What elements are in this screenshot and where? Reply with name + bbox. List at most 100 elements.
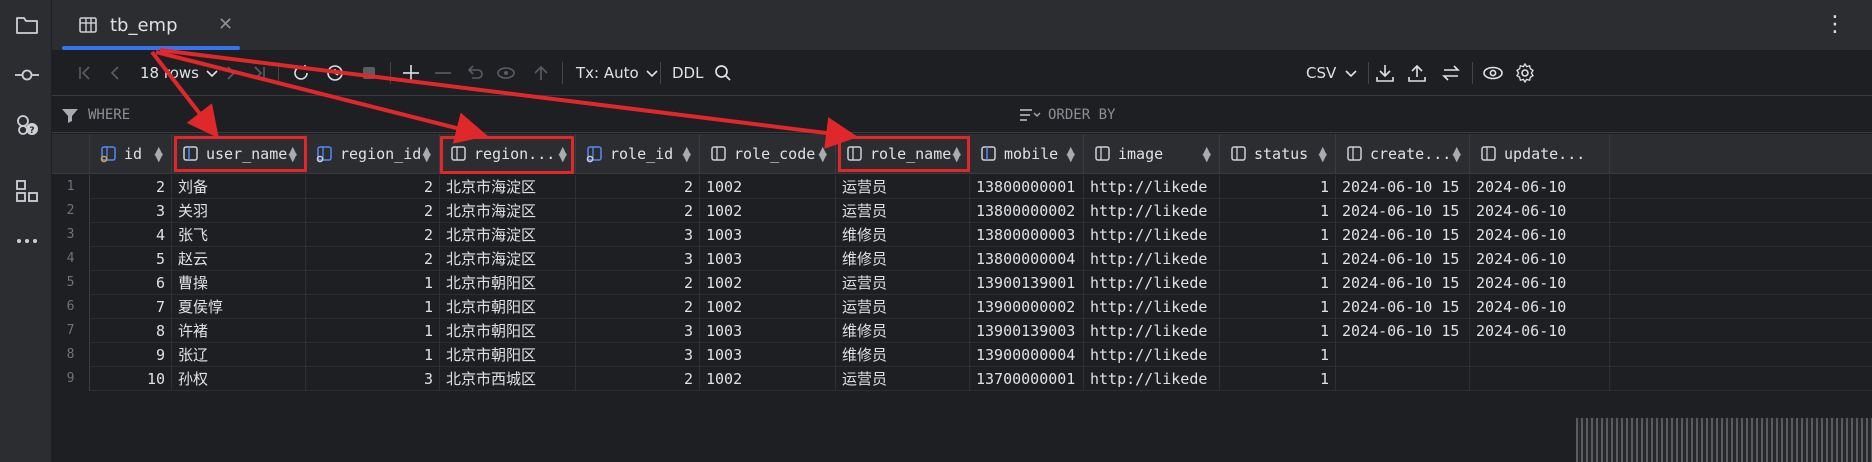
structure-icon[interactable]	[14, 178, 40, 204]
column-header-create[interactable]: create... ▲ ▼	[1336, 134, 1470, 174]
cell-role_code[interactable]: 1002	[700, 367, 836, 391]
cell-role_id[interactable]: 2	[576, 175, 700, 199]
cell-mobile[interactable]: 13700000001	[970, 367, 1084, 391]
cell-image[interactable]: http://likede	[1084, 343, 1220, 367]
table-row[interactable]: 9 10 孙权 3 北京市西城区 2 1002 运营员 13700000001 http://li…	[52, 367, 1872, 391]
cell-role_code[interactable]: 1003	[700, 247, 836, 271]
cell-image[interactable]: http://likede	[1084, 295, 1220, 319]
sort-arrows-icon[interactable]: ▲ ▼	[1453, 145, 1461, 163]
commit-icon[interactable]	[14, 62, 40, 88]
cell-image[interactable]: http://likede	[1084, 223, 1220, 247]
history-icon[interactable]	[324, 62, 346, 84]
cell-id[interactable]: 7	[90, 295, 172, 319]
cell-role_name[interactable]: 运营员	[836, 367, 970, 391]
cell-status[interactable]: 1	[1220, 367, 1336, 391]
cell-region[interactable]: 北京市朝阳区	[440, 295, 576, 319]
search-icon[interactable]	[712, 62, 734, 84]
cell-create[interactable]: 2024-06-10 15	[1336, 247, 1470, 271]
cell-update[interactable]	[1470, 367, 1610, 391]
table-row[interactable]: 3 4 张飞 2 北京市海淀区 3 1003 维修员 13800000003 http://lik…	[52, 223, 1872, 247]
cell-user_name[interactable]: 张辽	[172, 343, 306, 367]
submit-icon[interactable]	[530, 62, 552, 84]
cell-region_id[interactable]: 2	[306, 247, 440, 271]
settings-gear-icon[interactable]	[1514, 62, 1536, 84]
rows-count-dropdown[interactable]: 18 rows	[140, 62, 219, 84]
cell-mobile[interactable]: 13900000004	[970, 343, 1084, 367]
cell-update[interactable]: 2024-06-10	[1470, 271, 1610, 295]
cell-mobile[interactable]: 13800000002	[970, 199, 1084, 223]
cell-region[interactable]: 北京市西城区	[440, 367, 576, 391]
plugins-help-icon[interactable]: ?	[14, 112, 40, 138]
cell-mobile[interactable]: 13900139003	[970, 319, 1084, 343]
cell-status[interactable]: 1	[1220, 175, 1336, 199]
table-row[interactable]: 8 9 张辽 1 北京市朝阳区 3 1003 维修员 13900000004 http://lik…	[52, 343, 1872, 367]
export-format-dropdown[interactable]: CSV	[1306, 62, 1358, 84]
cell-user_name[interactable]: 孙权	[172, 367, 306, 391]
folder-icon[interactable]	[14, 12, 40, 38]
column-header-role_id[interactable]: role_id ▲ ▼	[576, 134, 700, 174]
where-filter-input[interactable]: WHERE	[88, 107, 130, 123]
cell-id[interactable]: 2	[90, 175, 172, 199]
table-row[interactable]: 1 2 刘备 2 北京市海淀区 2 1002 运营员 13800000001 http://lik…	[52, 175, 1872, 199]
cell-region[interactable]: 北京市海淀区	[440, 223, 576, 247]
cell-mobile[interactable]: 13800000001	[970, 175, 1084, 199]
cell-create[interactable]	[1336, 367, 1470, 391]
cell-image[interactable]: http://likede	[1084, 367, 1220, 391]
cell-create[interactable]: 2024-06-10 15	[1336, 223, 1470, 247]
cell-region_id[interactable]: 2	[306, 199, 440, 223]
more-tools-icon[interactable]	[14, 228, 40, 254]
cell-status[interactable]: 1	[1220, 223, 1336, 247]
last-page-icon[interactable]	[248, 62, 270, 84]
sort-arrows-icon[interactable]: ▲ ▼	[1203, 145, 1211, 163]
cell-id[interactable]: 6	[90, 271, 172, 295]
cell-user_name[interactable]: 夏侯惇	[172, 295, 306, 319]
cell-role_name[interactable]: 维修员	[836, 247, 970, 271]
refresh-icon[interactable]	[290, 62, 312, 84]
cell-role_name[interactable]: 维修员	[836, 319, 970, 343]
sort-arrows-icon[interactable]: ▲ ▼	[1067, 145, 1075, 163]
cell-id[interactable]: 4	[90, 223, 172, 247]
close-icon[interactable]: ✕	[218, 14, 233, 35]
cell-create[interactable]	[1336, 343, 1470, 367]
cell-role_id[interactable]: 3	[576, 319, 700, 343]
cell-region_id[interactable]: 1	[306, 343, 440, 367]
cell-image[interactable]: http://likede	[1084, 175, 1220, 199]
cell-role_code[interactable]: 1002	[700, 199, 836, 223]
cell-update[interactable]: 2024-06-10	[1470, 247, 1610, 271]
cell-id[interactable]: 5	[90, 247, 172, 271]
cell-create[interactable]: 2024-06-10 15	[1336, 319, 1470, 343]
table-row[interactable]: 2 3 关羽 2 北京市海淀区 2 1002 运营员 13800000002 http://lik…	[52, 199, 1872, 223]
table-row[interactable]: 6 7 夏侯惇 1 北京市朝阳区 2 1002 运营员 13900000002 http://li…	[52, 295, 1872, 319]
cell-role_name[interactable]: 运营员	[836, 271, 970, 295]
cell-update[interactable]: 2024-06-10	[1470, 319, 1610, 343]
previous-page-icon[interactable]	[104, 62, 126, 84]
cell-role_name[interactable]: 运营员	[836, 175, 970, 199]
first-page-icon[interactable]	[74, 62, 96, 84]
stop-icon[interactable]	[358, 62, 380, 84]
cell-status[interactable]: 1	[1220, 343, 1336, 367]
add-row-icon[interactable]	[400, 62, 422, 84]
cell-role_id[interactable]: 2	[576, 367, 700, 391]
cell-status[interactable]: 1	[1220, 295, 1336, 319]
delete-row-icon[interactable]	[432, 62, 454, 84]
cell-role_code[interactable]: 1002	[700, 295, 836, 319]
cell-create[interactable]: 2024-06-10 15	[1336, 199, 1470, 223]
cell-user_name[interactable]: 刘备	[172, 175, 306, 199]
table-row[interactable]: 4 5 赵云 2 北京市海淀区 3 1003 维修员 13800000004 http://lik…	[52, 247, 1872, 271]
compare-icon[interactable]	[1440, 62, 1462, 84]
cell-role_name[interactable]: 维修员	[836, 343, 970, 367]
sort-arrows-icon[interactable]: ▲ ▼	[683, 145, 691, 163]
cell-image[interactable]: http://likede	[1084, 247, 1220, 271]
next-page-icon[interactable]	[220, 62, 242, 84]
cell-user_name[interactable]: 赵云	[172, 247, 306, 271]
cell-user_name[interactable]: 张飞	[172, 223, 306, 247]
ddl-button[interactable]: DDL	[672, 62, 703, 84]
cell-role_id[interactable]: 3	[576, 343, 700, 367]
cell-region_id[interactable]: 2	[306, 223, 440, 247]
cell-region_id[interactable]: 1	[306, 271, 440, 295]
cell-update[interactable]	[1470, 343, 1610, 367]
cell-role_name[interactable]: 运营员	[836, 295, 970, 319]
column-header-region_id[interactable]: region_id ▲ ▼	[306, 134, 440, 174]
cell-image[interactable]: http://likede	[1084, 271, 1220, 295]
filter-icon[interactable]	[60, 105, 80, 125]
